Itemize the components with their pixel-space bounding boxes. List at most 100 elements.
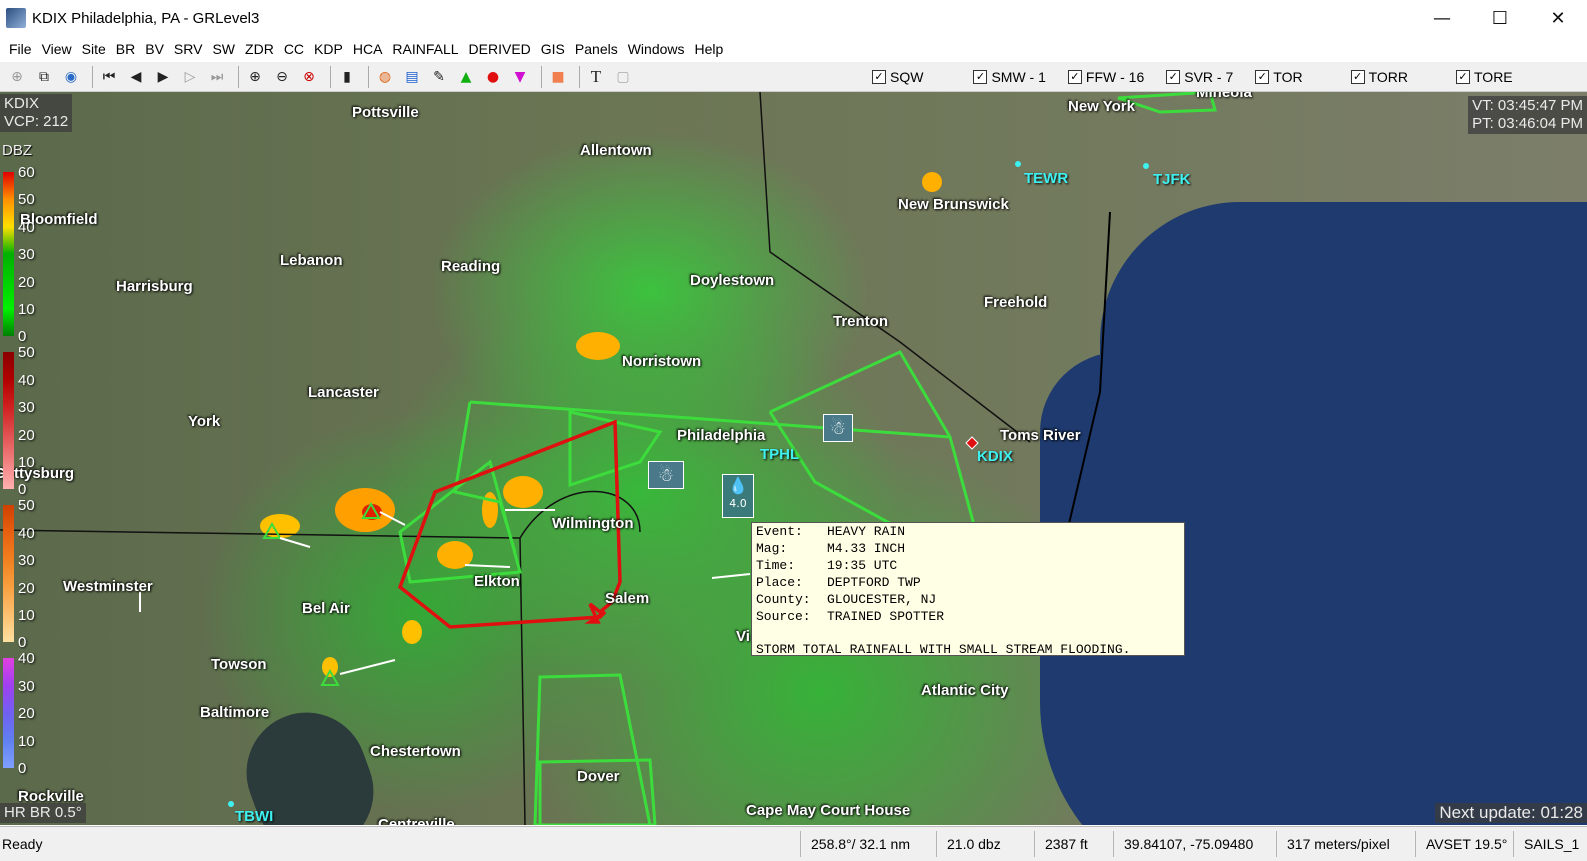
play-icon[interactable]: ▶ xyxy=(152,66,174,88)
state-line xyxy=(519,537,526,825)
storm-track xyxy=(711,573,751,579)
popup-value: DEPTFORD TWP xyxy=(827,575,921,590)
menu-rainfall[interactable]: RAINFALL xyxy=(387,41,463,57)
menu-panels[interactable]: Panels xyxy=(570,41,623,57)
filter-torr[interactable]: ✓ TORR xyxy=(1350,69,1408,85)
filter-sqw[interactable]: ✓ SQW xyxy=(872,69,923,85)
warning-filters: ✓ SQW ✓ SMW - 1 ✓ FFW - 16 ✓ SVR - 7 ✓ TOR ✓ T… xyxy=(872,62,1535,92)
colorbar-icon[interactable]: ▤ xyxy=(401,66,423,88)
city-label: Trenton xyxy=(833,313,888,330)
status-dbz: 21.0 dbz xyxy=(936,831,1034,857)
legend-tick-label: 30 xyxy=(18,677,35,695)
menu-bv[interactable]: BV xyxy=(140,41,169,57)
site-dot-tjfk[interactable] xyxy=(1143,163,1149,169)
filter-tor[interactable]: ✓ TOR xyxy=(1255,69,1303,85)
filter-ffw[interactable]: ✓ FFW - 16 xyxy=(1067,69,1144,85)
menu-cc[interactable]: CC xyxy=(279,41,309,57)
county-line xyxy=(759,92,1031,443)
menu-zdr[interactable]: ZDR xyxy=(240,41,279,57)
toolbar-separator xyxy=(92,65,93,88)
app-icon xyxy=(6,8,26,28)
menu-br[interactable]: BR xyxy=(111,41,140,57)
status-sails: SAILS_1 xyxy=(1513,831,1587,857)
menu-gis[interactable]: GIS xyxy=(536,41,570,57)
city-label: Chestertown xyxy=(370,743,461,760)
checkbox-svr[interactable]: ✓ xyxy=(1166,70,1181,84)
spotter-icon[interactable]: ☃ xyxy=(648,461,684,489)
legend-color-bar xyxy=(3,658,14,768)
step-forward-icon[interactable]: ▷ xyxy=(179,66,201,88)
copy-icon[interactable]: ⧉ xyxy=(33,66,55,88)
storm-report-popup: Event: HEAVY RAIN Mag: M4.33 INCH Time: 19:… xyxy=(751,522,1185,657)
filter-tor-label: TOR xyxy=(1273,69,1303,85)
legend-tick-label: 0 xyxy=(18,634,27,652)
flood-warning-polygon xyxy=(533,673,652,825)
radar-map[interactable]: ☃ ☃ 💧 4.0 Pottsville Allentown New York … xyxy=(0,92,1587,825)
legend-tick-label: 50 xyxy=(18,191,35,209)
text-icon[interactable]: T xyxy=(585,66,607,88)
time-panel: VT: 03:45:47 PM PT: 03:46:04 PM xyxy=(1468,96,1587,134)
legend-tick-label: 20 xyxy=(18,426,35,444)
popup-value: TRAINED SPOTTER xyxy=(827,609,945,624)
square-icon[interactable]: ■ xyxy=(547,66,569,88)
popup-key: Place: xyxy=(756,575,803,590)
checkbox-smw[interactable]: ✓ xyxy=(973,70,988,84)
city-label: Dover xyxy=(577,768,620,785)
menu-sw[interactable]: SW xyxy=(207,41,240,57)
menu-file[interactable]: File xyxy=(4,41,37,57)
legend-tick-label: 10 xyxy=(18,607,35,624)
filter-tore[interactable]: ✓ TORE xyxy=(1456,69,1513,85)
city-label: Cape May Court House xyxy=(746,802,911,819)
inverted-triangle-icon[interactable]: ▼ xyxy=(509,66,531,88)
window-title: KDIX Philadelphia, PA - GRLevel3 xyxy=(32,9,260,27)
popup-key: Time: xyxy=(756,558,796,573)
legend-tick-label: 20 xyxy=(18,705,35,723)
storm-track xyxy=(279,537,311,548)
tool-icon[interactable]: ✎ xyxy=(428,66,450,88)
menu-site[interactable]: Site xyxy=(77,41,111,57)
valid-time: VT: 03:45:47 PM xyxy=(1472,97,1583,114)
menu-view[interactable]: View xyxy=(37,41,77,57)
menu-derived[interactable]: DERIVED xyxy=(464,41,536,57)
popup-row: Time: 19:35 UTC xyxy=(756,557,1180,574)
site-dot-tbwi[interactable] xyxy=(228,801,234,807)
menu-srv[interactable]: SRV xyxy=(169,41,208,57)
checkbox-sqw[interactable]: ✓ xyxy=(872,70,886,84)
checkbox-torr[interactable]: ✓ xyxy=(1350,70,1365,84)
menu-hca[interactable]: HCA xyxy=(348,41,388,57)
first-frame-icon[interactable]: ⏮ xyxy=(98,66,120,88)
filter-svr[interactable]: ✓ SVR - 7 xyxy=(1166,69,1233,85)
filter-sqw-label: SQW xyxy=(890,69,924,85)
zoom-reset-icon[interactable]: ⊗ xyxy=(298,66,320,88)
storm-icon[interactable]: ◍ xyxy=(374,66,396,88)
frame-icon[interactable]: ▢ xyxy=(612,66,634,88)
checkbox-tor[interactable]: ✓ xyxy=(1255,70,1270,84)
step-back-icon[interactable]: ◀ xyxy=(125,66,147,88)
storm-track xyxy=(339,659,396,675)
legend-color-bar xyxy=(3,172,14,337)
minimize-button[interactable]: — xyxy=(1413,0,1471,36)
site-dot-tewr[interactable] xyxy=(1015,161,1021,167)
last-frame-icon[interactable]: ⏭ xyxy=(206,66,228,88)
checkbox-tore[interactable]: ✓ xyxy=(1456,70,1470,84)
zoom-out-icon[interactable]: ⊖ xyxy=(271,66,293,88)
menu-help[interactable]: Help xyxy=(690,41,729,57)
zoom-in-icon[interactable]: ⊕ xyxy=(244,66,266,88)
close-button[interactable]: ✕ xyxy=(1529,0,1587,36)
spotter-icon[interactable]: ☃ xyxy=(823,414,853,442)
world-icon[interactable]: ◉ xyxy=(60,66,82,88)
checkbox-ffw[interactable]: ✓ xyxy=(1067,70,1082,84)
triangle-icon[interactable]: ▲ xyxy=(455,66,477,88)
legend-color-bar xyxy=(3,352,14,490)
filter-smw[interactable]: ✓ SMW - 1 xyxy=(973,69,1046,85)
popup-key: Event: xyxy=(756,524,803,539)
circle-icon[interactable]: ● xyxy=(482,66,504,88)
globe-icon[interactable]: ⊕ xyxy=(6,66,28,88)
layer-icon[interactable]: ▮ xyxy=(336,66,358,88)
rain-report-icon[interactable]: 💧 4.0 xyxy=(722,474,754,518)
city-label: Baltimore xyxy=(200,704,270,721)
city-label: Lebanon xyxy=(280,252,343,269)
menu-kdp[interactable]: KDP xyxy=(309,41,348,57)
menu-windows[interactable]: Windows xyxy=(623,41,690,57)
maximize-button[interactable]: ☐ xyxy=(1471,0,1529,36)
